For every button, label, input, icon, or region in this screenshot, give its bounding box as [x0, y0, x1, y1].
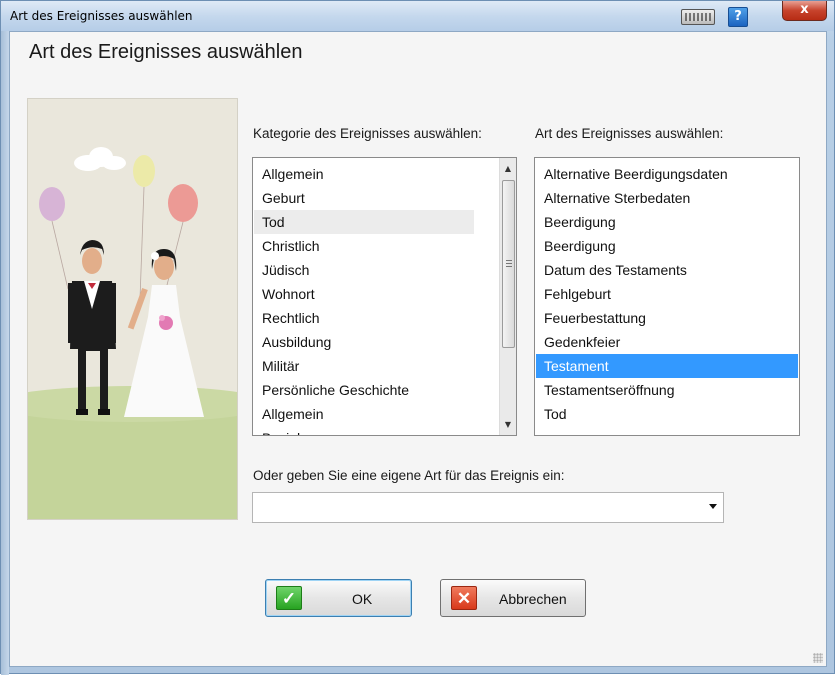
category-item[interactable]: Christlich: [254, 234, 474, 258]
dialog-window: Art des Ereignisses auswählen ? x Art de…: [0, 0, 835, 675]
category-item[interactable]: Militär: [254, 354, 474, 378]
category-item[interactable]: Rechtlich: [254, 306, 474, 330]
scroll-up-arrow-icon[interactable]: ▲: [500, 160, 516, 177]
category-listbox[interactable]: Allgemein Geburt Tod Christlich Jüdisch …: [252, 157, 517, 436]
category-item[interactable]: Allgemein: [254, 402, 474, 426]
event-type-item-selected[interactable]: Testament: [536, 354, 798, 378]
category-scrollbar[interactable]: ▲ ▼: [499, 158, 516, 435]
custom-type-combobox[interactable]: [252, 492, 724, 523]
event-type-listbox[interactable]: Alternative Beerdigungsdaten Alternative…: [534, 157, 800, 436]
category-item[interactable]: Jüdisch: [254, 258, 474, 282]
thumb-grip-icon: [506, 260, 512, 267]
event-type-label: Art des Ereignisses auswählen:: [535, 126, 724, 141]
ok-button-label: OK: [352, 591, 373, 607]
category-label: Kategorie des Ereignisses auswählen:: [253, 126, 482, 141]
title-bar[interactable]: Art des Ereignisses auswählen ? x: [1, 1, 834, 31]
ok-button[interactable]: ✓ OK: [265, 579, 412, 617]
scroll-thumb[interactable]: [502, 180, 515, 348]
cancel-button[interactable]: ✕ Abbrechen: [440, 579, 586, 617]
category-item[interactable]: Allgemein: [254, 162, 474, 186]
category-item-hovered[interactable]: Tod: [254, 210, 474, 234]
keyboard-icon[interactable]: [681, 9, 715, 25]
checkmark-icon: ✓: [276, 586, 302, 610]
window-title: Art des Ereignisses auswählen: [10, 9, 193, 23]
event-type-item[interactable]: Alternative Sterbedaten: [536, 186, 798, 210]
window-frame-left: [1, 31, 9, 675]
custom-type-label: Oder geben Sie eine eigene Art für das E…: [253, 468, 565, 483]
wedding-illustration: [27, 98, 238, 520]
event-type-item[interactable]: Testamentseröffnung: [536, 378, 798, 402]
event-type-item[interactable]: Gedenkfeier: [536, 330, 798, 354]
event-type-item[interactable]: Feuerbestattung: [536, 306, 798, 330]
event-type-item[interactable]: Datum des Testaments: [536, 258, 798, 282]
close-button[interactable]: x: [782, 1, 827, 21]
event-type-item[interactable]: Beerdigung: [536, 210, 798, 234]
scroll-down-arrow-icon[interactable]: ▼: [500, 416, 516, 433]
help-icon[interactable]: ?: [728, 7, 748, 27]
event-type-item[interactable]: Fehlgeburt: [536, 282, 798, 306]
category-item[interactable]: Geburt: [254, 186, 474, 210]
category-item[interactable]: Persönliche Geschichte: [254, 378, 474, 402]
event-type-item[interactable]: Beerdigung: [536, 234, 798, 258]
category-item[interactable]: Beziehung: [254, 426, 474, 435]
resize-grip[interactable]: [813, 653, 823, 663]
category-item[interactable]: Ausbildung: [254, 330, 474, 354]
dropdown-arrow-icon[interactable]: [709, 504, 717, 509]
event-type-item[interactable]: Tod: [536, 402, 798, 426]
category-item[interactable]: Wohnort: [254, 282, 474, 306]
x-icon: ✕: [451, 586, 477, 610]
event-type-item[interactable]: Alternative Beerdigungsdaten: [536, 162, 798, 186]
cancel-button-label: Abbrechen: [499, 591, 567, 607]
wedding-couple-image: [28, 99, 237, 519]
page-title: Art des Ereignisses auswählen: [29, 41, 303, 63]
